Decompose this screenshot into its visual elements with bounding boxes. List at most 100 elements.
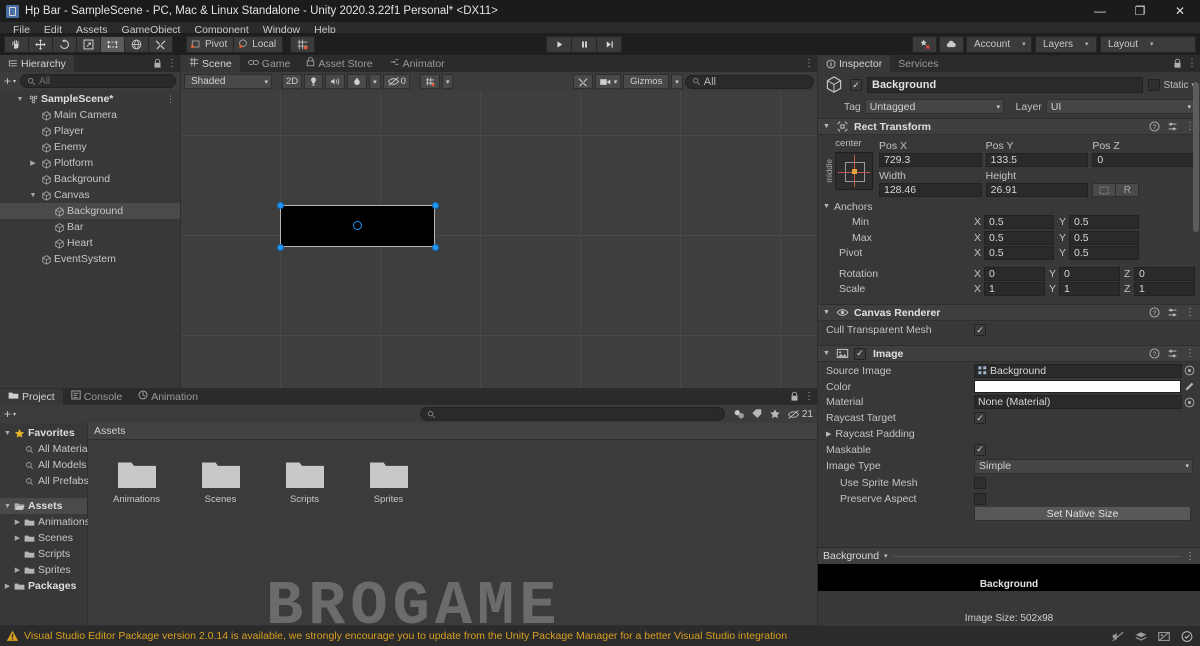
grid-snap-button[interactable] xyxy=(290,35,316,53)
scene-search-input[interactable]: All xyxy=(684,74,815,89)
project-tree-item-favorites[interactable]: ▼ Favorites xyxy=(0,425,87,441)
foldout-twirl-icon[interactable]: ▼ xyxy=(2,430,13,437)
resize-handle-bottom-right[interactable] xyxy=(432,244,439,251)
filter-label-icon[interactable] xyxy=(751,408,763,420)
project-tree-item-scripts[interactable]: Scripts xyxy=(0,546,87,562)
pos-y-input[interactable]: 133.5 xyxy=(985,153,1089,167)
maximize-button[interactable]: ❐ xyxy=(1120,0,1160,22)
preview-header-bar[interactable]: Background ▾ ⋮ xyxy=(818,547,1200,564)
fx-dropdown[interactable]: ▾ xyxy=(369,74,381,89)
object-picker-icon[interactable] xyxy=(1184,397,1195,408)
raw-edit-button[interactable]: R xyxy=(1115,183,1140,197)
scale-x-input[interactable]: 1 xyxy=(984,282,1045,297)
scene-row-kebab[interactable]: ⋮ xyxy=(166,94,175,105)
rotation-x-input[interactable]: 0 xyxy=(984,266,1045,281)
hierarchy-item-background[interactable]: Background xyxy=(0,203,180,219)
project-tree-item-animations[interactable]: ▶ Animations xyxy=(0,514,90,530)
divider-scene-project[interactable] xyxy=(0,388,817,389)
layers-status-icon[interactable] xyxy=(1134,630,1148,643)
toggle-lighting-button[interactable] xyxy=(304,74,324,89)
project-tree-item-all-materials[interactable]: All Materials xyxy=(0,441,95,457)
anchor-max-x-input[interactable]: 0.5 xyxy=(984,230,1054,245)
hierarchy-item-canvas[interactable]: ▼ Canvas xyxy=(0,187,180,203)
static-checkbox[interactable]: ✓ xyxy=(1148,79,1161,91)
toggle-2d-button[interactable]: 2D xyxy=(282,74,303,89)
pivot-x-input[interactable]: 0.5 xyxy=(984,246,1054,261)
tab-asset-store[interactable]: Asset Store xyxy=(298,55,381,72)
foldout-twirl-icon[interactable]: ▶ xyxy=(12,534,23,542)
project-search-input[interactable] xyxy=(420,407,725,421)
cull-transparent-mesh-checkbox[interactable]: ✓ xyxy=(974,324,986,336)
project-tree-item-packages[interactable]: ▶ Packages xyxy=(0,578,87,594)
hierarchy-item-main-camera[interactable]: Main Camera xyxy=(0,107,180,123)
image-enabled-checkbox[interactable]: ✓ xyxy=(854,347,866,360)
hierarchy-item-samplescene[interactable]: ▼ SampleScene* ⋮ xyxy=(0,91,180,107)
scene-camera-view-button[interactable]: ▾ xyxy=(594,74,622,89)
asset-item-animations[interactable]: Animations xyxy=(108,458,165,505)
foldout-twirl-icon[interactable]: ▶ xyxy=(12,566,23,574)
foldout-twirl-icon[interactable]: ▶ xyxy=(2,582,13,590)
project-tree-item-sprites[interactable]: ▶ Sprites xyxy=(0,562,87,578)
raycast-padding-foldout[interactable]: ▶ Raycast Padding xyxy=(818,426,1200,442)
filter-material-icon[interactable] xyxy=(733,408,745,420)
gizmos-button[interactable]: Gizmos xyxy=(623,74,670,89)
move-tool-button[interactable] xyxy=(28,35,53,53)
asset-item-scenes[interactable]: Scenes xyxy=(192,458,249,505)
blueprint-mode-button[interactable] xyxy=(1092,183,1117,197)
rotation-y-input[interactable]: 0 xyxy=(1059,266,1120,281)
asset-item-sprites[interactable]: Sprites xyxy=(360,458,417,505)
divider-main-inspector[interactable] xyxy=(817,55,818,626)
scale-z-input[interactable]: 1 xyxy=(1134,282,1195,297)
transform-tool-button[interactable] xyxy=(124,35,149,53)
foldout-twirl-icon[interactable]: ▼ xyxy=(14,96,26,103)
use-sprite-mesh-checkbox[interactable]: ✓ xyxy=(974,476,986,489)
source-image-field[interactable]: Background xyxy=(974,363,1182,378)
raycast-target-checkbox[interactable]: ✓ xyxy=(974,412,986,424)
project-tree-item-scenes[interactable]: ▶ Scenes xyxy=(0,530,87,546)
tab-animation[interactable]: Animation xyxy=(130,388,206,405)
preview-menu-kebab[interactable]: ⋮ xyxy=(1185,551,1195,562)
static-toggle-group[interactable]: ✓ Static ▾ xyxy=(1148,79,1195,91)
component-menu-kebab[interactable]: ⋮ xyxy=(1185,348,1195,359)
project-tree-item-assets[interactable]: ▼ Assets xyxy=(0,498,87,514)
inspector-menu-kebab[interactable]: ⋮ xyxy=(1187,58,1197,69)
shading-mode-dropdown[interactable]: Shaded ▾ xyxy=(184,74,272,89)
tab-console[interactable]: Console xyxy=(62,388,131,405)
tab-inspector[interactable]: Inspector xyxy=(818,55,891,72)
scene-menu-kebab[interactable]: ⋮ xyxy=(804,58,814,69)
custom-tool-button[interactable] xyxy=(148,35,173,53)
foldout-twirl-icon[interactable]: ▼ xyxy=(823,203,830,210)
anchor-max-y-input[interactable]: 0.5 xyxy=(1069,230,1139,245)
hierarchy-create-button[interactable]: + ▾ xyxy=(4,74,16,88)
image-type-dropdown[interactable]: Simple ▾ xyxy=(974,458,1193,474)
ready-check-icon[interactable] xyxy=(1180,630,1194,643)
divider-hierarchy-scene[interactable] xyxy=(180,55,181,388)
minimize-button[interactable]: — xyxy=(1080,0,1120,22)
eyedropper-icon[interactable] xyxy=(1184,381,1195,392)
layout-dropdown[interactable]: Layout ▾ xyxy=(1100,35,1196,53)
component-menu-kebab[interactable]: ⋮ xyxy=(1185,307,1195,318)
scale-y-input[interactable]: 1 xyxy=(1059,282,1120,297)
hierarchy-item-eventsystem[interactable]: EventSystem xyxy=(0,251,180,267)
scale-tool-button[interactable] xyxy=(76,35,101,53)
anchor-min-y-input[interactable]: 0.5 xyxy=(1069,215,1139,230)
rotation-z-input[interactable]: 0 xyxy=(1134,266,1195,281)
foldout-twirl-icon[interactable]: ▼ xyxy=(823,350,831,357)
pivot-y-input[interactable]: 0.5 xyxy=(1069,246,1139,261)
hierarchy-item-player[interactable]: Player xyxy=(0,123,180,139)
set-native-size-button[interactable]: Set Native Size xyxy=(974,506,1191,521)
space-toggle-button[interactable]: Local xyxy=(233,35,284,53)
resize-handle-bottom-left[interactable] xyxy=(277,244,284,251)
layers-dropdown[interactable]: Layers ▾ xyxy=(1035,35,1097,53)
pos-z-input[interactable]: 0 xyxy=(1092,153,1196,167)
hierarchy-item-background[interactable]: Background xyxy=(0,171,180,187)
hidden-assets-indicator[interactable]: 21 xyxy=(787,409,813,420)
hierarchy-menu-kebab[interactable]: ⋮ xyxy=(167,58,177,69)
hidden-objects-button[interactable]: 0 xyxy=(382,74,410,89)
resize-handle-top-left[interactable] xyxy=(277,202,284,209)
maskable-checkbox[interactable]: ✓ xyxy=(974,443,986,456)
tab-scene[interactable]: Scene xyxy=(181,55,240,72)
scene-camera-dropdown[interactable]: ▾ xyxy=(441,74,454,89)
project-create-button[interactable]: + ▾ xyxy=(4,407,16,421)
gizmos-dropdown[interactable]: ▾ xyxy=(671,74,683,89)
